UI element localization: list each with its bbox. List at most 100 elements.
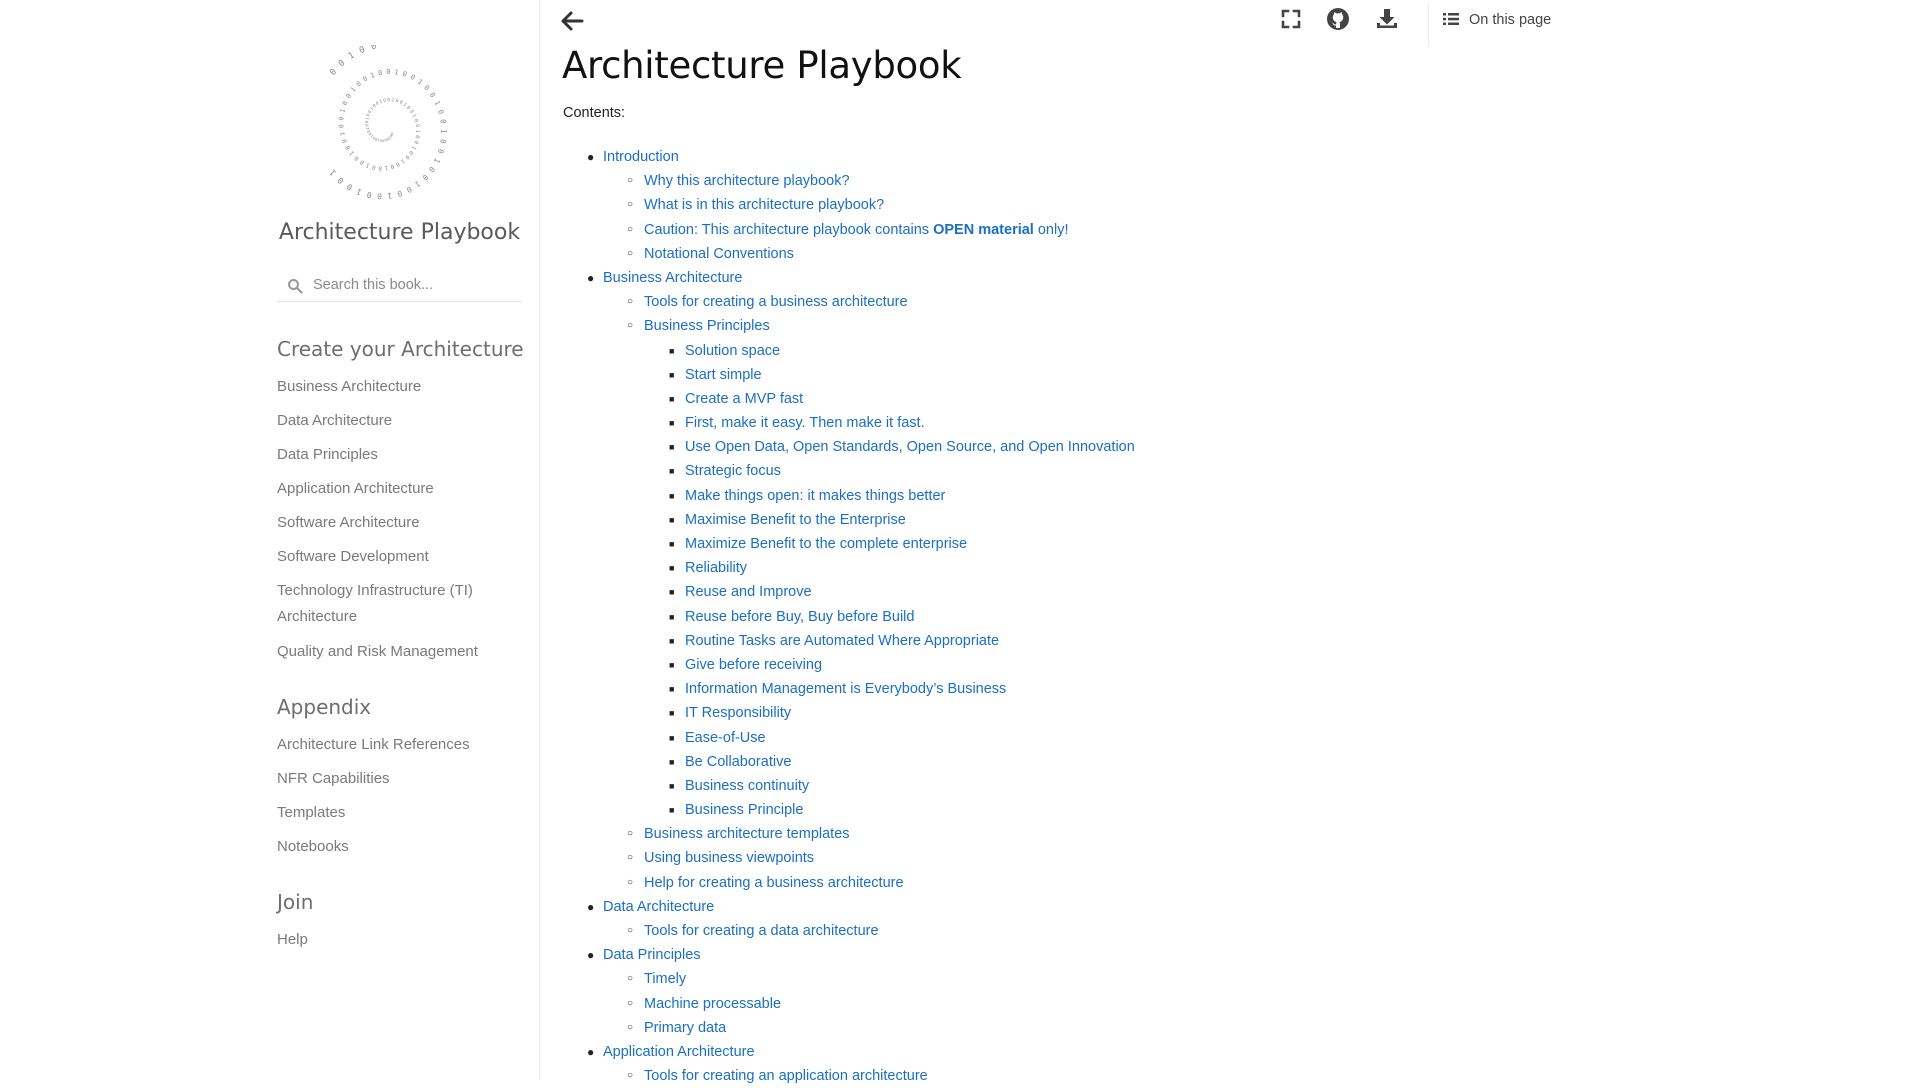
toc-link[interactable]: What is in this architecture playbook? xyxy=(644,197,884,213)
toc-link[interactable]: Tools for creating a business architectu… xyxy=(644,294,908,310)
toc-link[interactable]: Help for creating a business architectur… xyxy=(644,875,904,891)
page-title: Architecture Playbook xyxy=(562,44,962,87)
toc-link[interactable]: Timely xyxy=(644,971,686,987)
toc-link[interactable]: Create a MVP fast xyxy=(685,391,803,407)
toc-link[interactable]: Reliability xyxy=(685,560,747,576)
sidebar-item-software-architecture[interactable]: Software Architecture xyxy=(277,510,517,536)
toc-link[interactable]: Data Principles xyxy=(603,947,701,963)
toc-link[interactable]: Tools for creating an application archit… xyxy=(644,1068,928,1084)
toc-link[interactable]: Routine Tasks are Automated Where Approp… xyxy=(685,633,999,649)
fullscreen-icon[interactable] xyxy=(1278,6,1304,32)
toc-bullet: ■ xyxy=(669,635,675,646)
toc-item: ■ Routine Tasks are Automated Where Appro… xyxy=(563,629,1463,653)
spiral-logo-icon[interactable]: 100100100100100100100100 1 0 0 1 0 01001001001… xyxy=(330,45,470,215)
sidebar-item-data-architecture[interactable]: Data Architecture xyxy=(277,408,517,434)
search-box[interactable] xyxy=(277,268,522,302)
sidebar-item-templates[interactable]: Templates xyxy=(277,800,517,826)
toc-link[interactable]: Strategic focus xyxy=(685,463,781,479)
toc-link[interactable]: Business Principles xyxy=(644,318,770,334)
search-input[interactable] xyxy=(311,270,515,300)
toc-link[interactable]: Ease-of-Use xyxy=(685,730,766,746)
github-icon[interactable] xyxy=(1325,6,1351,32)
toc-item: ■ IT Responsibility xyxy=(563,701,1463,725)
logo-glyph: 0 xyxy=(371,163,376,170)
toc-link[interactable]: Data Architecture xyxy=(603,899,714,915)
sidebar-item-business-architecture[interactable]: Business Architecture xyxy=(277,374,517,400)
toc-link[interactable]: First, make it easy. Then make it fast. xyxy=(685,415,925,431)
logo-glyph: 1 xyxy=(413,179,422,189)
sidebar-item-application-architecture[interactable]: Application Architecture xyxy=(277,476,517,502)
toc-bullet: ■ xyxy=(669,732,675,743)
logo-glyph: 0 xyxy=(378,164,383,170)
toc-item: ○ Help for creating a business architectu… xyxy=(563,871,1463,895)
toc-link[interactable]: Application Architecture xyxy=(603,1044,755,1060)
toc-item: ● Data Architecture xyxy=(563,895,1463,919)
toc-link[interactable]: Start simple xyxy=(685,367,762,383)
toc-item: ○ Why this architecture playbook? xyxy=(563,169,1463,193)
toc-link[interactable]: Machine processable xyxy=(644,996,781,1012)
toc-item: ○ Timely xyxy=(563,967,1463,991)
sidebar-item-notebooks[interactable]: Notebooks xyxy=(277,834,517,860)
table-of-contents: ● Introduction ○ Why this architecture play… xyxy=(563,145,1463,1088)
sidebar-item-architecture-link-references[interactable]: Architecture Link References xyxy=(277,732,517,758)
toc-link[interactable]: Business continuity xyxy=(685,778,809,794)
sidebar: 1001001001001001001001001001001001001001… xyxy=(0,0,540,1080)
toc-link[interactable]: IT Responsibility xyxy=(685,705,791,721)
logo-glyph: 0 xyxy=(377,191,383,200)
logo-glyph: 0 xyxy=(366,190,373,200)
toc-link[interactable]: Business Principle xyxy=(685,802,803,818)
logo-glyph: 0 xyxy=(395,160,400,167)
logo-glyph: 0 xyxy=(338,116,345,121)
toc-bullet: ○ xyxy=(627,175,634,187)
sidebar-item-quality-and-risk-management[interactable]: Quality and Risk Management xyxy=(277,639,517,665)
toc-item: ○ Primary data xyxy=(563,1016,1463,1040)
toc-item: ■ Ease-of-Use xyxy=(563,726,1463,750)
toc-bullet: ● xyxy=(587,899,595,914)
toc-bullet: ● xyxy=(587,1044,595,1059)
toc-link[interactable]: Make things open: it makes things better xyxy=(685,488,945,504)
toc-link[interactable]: Caution: This architecture playbook cont… xyxy=(644,222,1069,238)
toc-link[interactable]: Solution space xyxy=(685,343,780,359)
toc-link[interactable]: Business Architecture xyxy=(603,270,742,286)
logo-glyph: 0 xyxy=(438,138,448,145)
logo-glyph: 0 xyxy=(353,154,361,162)
toc-link[interactable]: Maximize Benefit to the complete enterpr… xyxy=(685,536,967,552)
sidebar-item-help[interactable]: Help xyxy=(277,927,517,953)
sidebar-item-software-development[interactable]: Software Development xyxy=(277,544,517,570)
toc-link[interactable]: Reuse before Buy, Buy before Build xyxy=(685,609,914,625)
toc-link[interactable]: Use Open Data, Open Standards, Open Sour… xyxy=(685,439,1135,455)
sidebar-item-technology-infrastructure-ti-architecture[interactable]: Technology Infrastructure (TI) Architect… xyxy=(277,578,517,630)
toc-link[interactable]: Business architecture templates xyxy=(644,826,850,842)
toc-link[interactable]: Using business viewpoints xyxy=(644,850,814,866)
toc-item: ● Business Architecture xyxy=(563,266,1463,290)
sidebar-item-nfr-capabilities[interactable]: NFR Capabilities xyxy=(277,766,517,792)
toc-bullet: ○ xyxy=(627,1070,634,1082)
nav-caption: Appendix xyxy=(277,694,372,719)
logo-glyph: 0 xyxy=(330,67,339,78)
toc-item: ■ Give before receiving xyxy=(563,653,1463,677)
toc-bullet: ○ xyxy=(627,223,634,235)
toc-link[interactable]: Primary data xyxy=(644,1020,726,1036)
toc-item: ■ Strategic focus xyxy=(563,459,1463,483)
back-arrow-icon[interactable] xyxy=(560,10,586,32)
logo-glyph: 1 xyxy=(330,168,338,178)
logo-glyph: 0 xyxy=(337,58,347,69)
toc-link[interactable]: Reuse and Improve xyxy=(685,584,812,600)
toc-link[interactable]: Why this architecture playbook? xyxy=(644,173,850,189)
toc-link[interactable]: Be Collaborative xyxy=(685,754,791,770)
download-icon[interactable] xyxy=(1374,6,1400,32)
contents-label: Contents: xyxy=(563,105,626,121)
toc-bullet: ○ xyxy=(627,973,634,985)
logo-glyph: 0 xyxy=(386,68,390,76)
toc-link[interactable]: Information Management is Everybody’s Bu… xyxy=(685,681,1006,697)
book-title[interactable]: Architecture Playbook xyxy=(277,220,522,245)
toc-link[interactable]: Introduction xyxy=(603,149,679,165)
on-this-page-toggle[interactable]: On this page xyxy=(1443,12,1551,34)
toc-link[interactable]: Maximise Benefit to the Enterprise xyxy=(685,512,906,528)
toc-link[interactable]: Tools for creating a data architecture xyxy=(644,923,879,939)
toc-item: ○ What is in this architecture playbook? xyxy=(563,193,1463,217)
toc-link[interactable]: Give before receiving xyxy=(685,657,822,673)
toc-link[interactable]: Notational Conventions xyxy=(644,246,794,262)
toc-bullet: ○ xyxy=(627,828,634,840)
sidebar-item-data-principles[interactable]: Data Principles xyxy=(277,442,517,468)
